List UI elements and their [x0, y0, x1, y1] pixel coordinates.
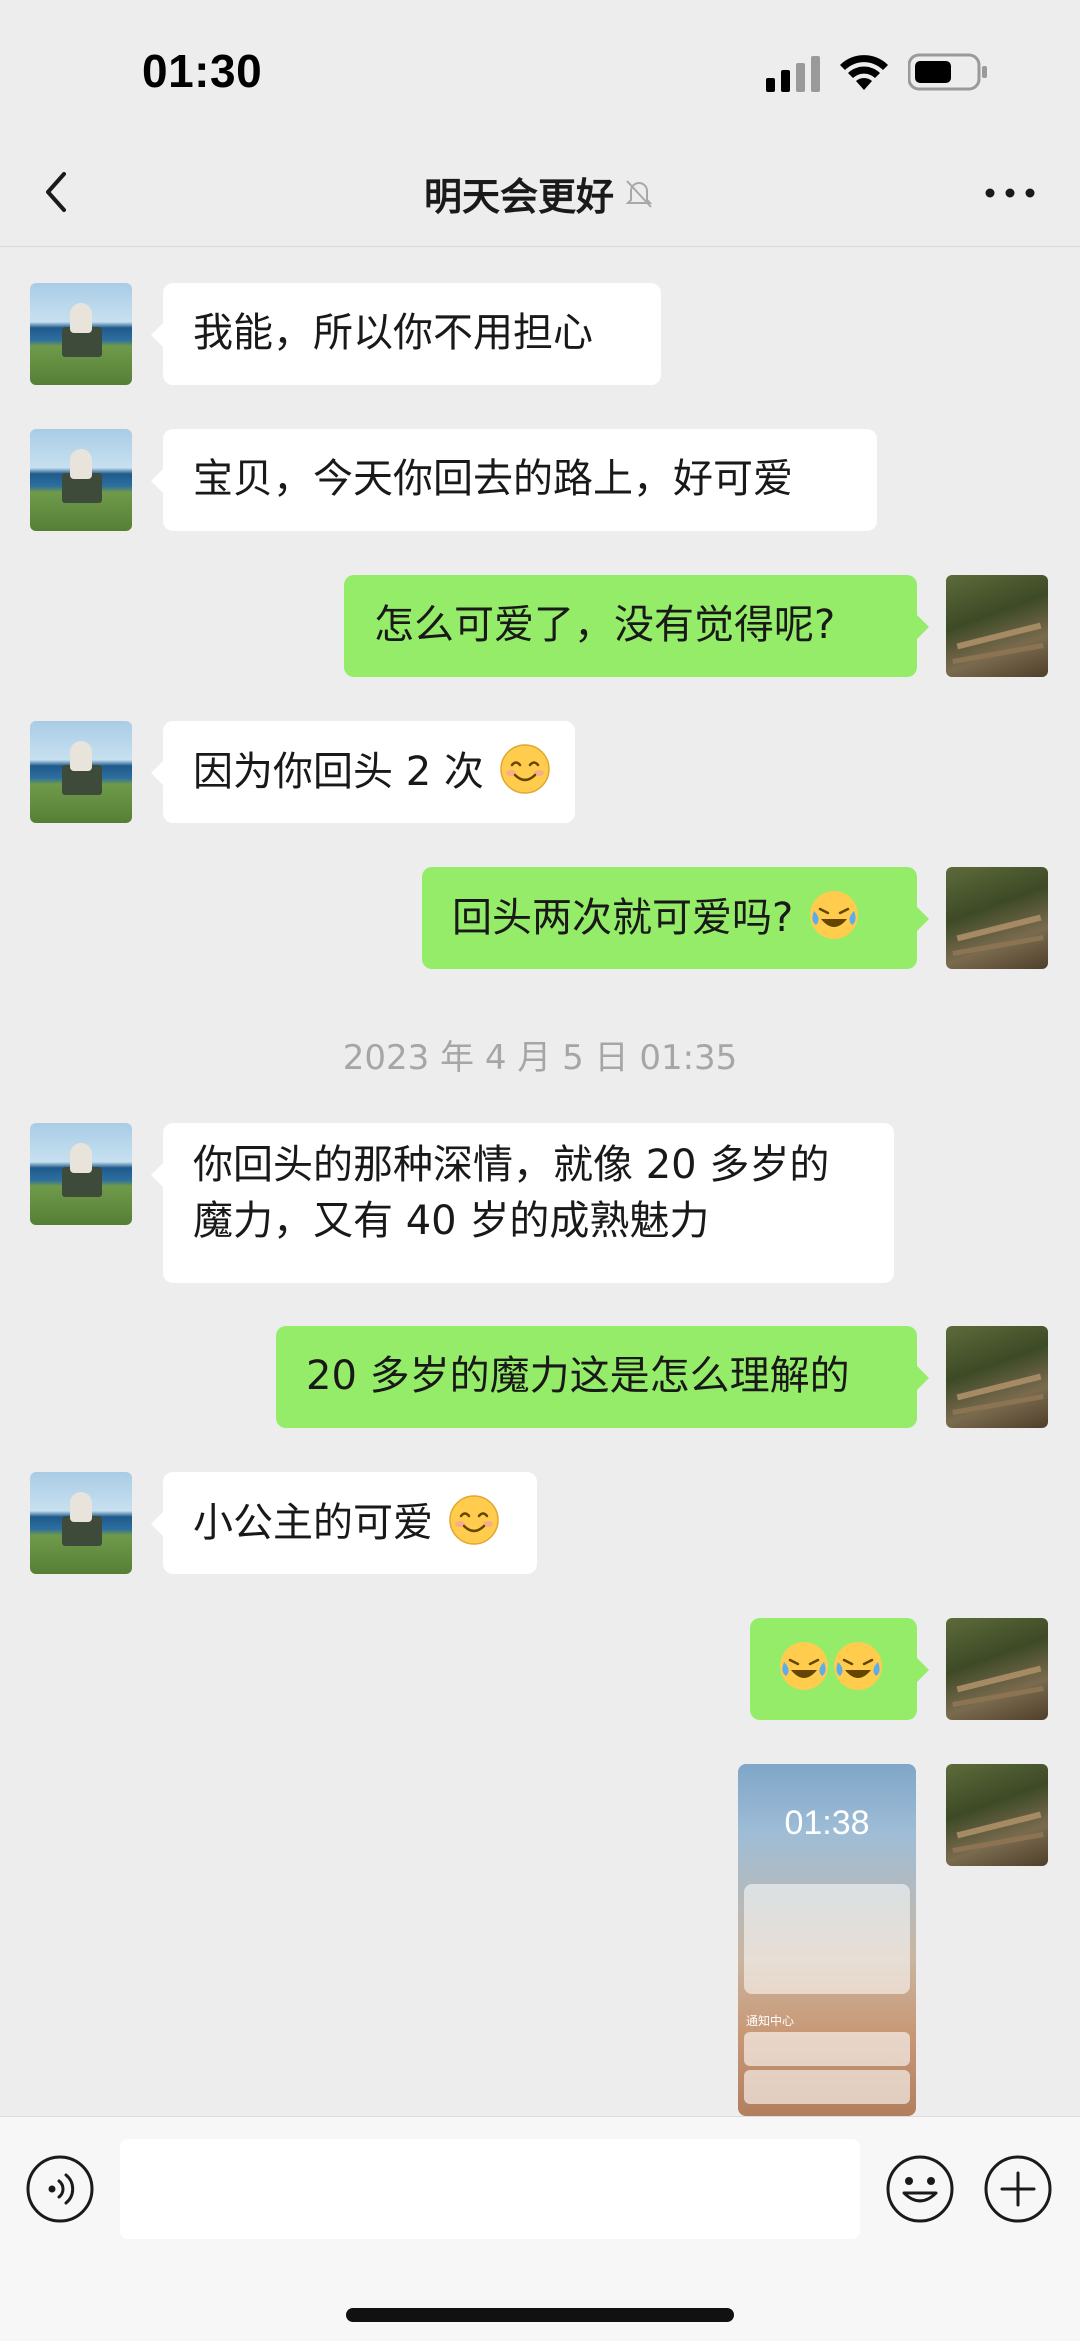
smiling-face-emoji-icon	[499, 744, 550, 794]
smiling-face-emoji-icon	[448, 1495, 499, 1545]
image-lockscreen-time: 01:38	[784, 1804, 870, 1842]
message-text: 我能，所以你不用担心	[193, 310, 593, 356]
message-bubble[interactable]: 20 多岁的魔力这是怎么理解的	[276, 1326, 929, 1428]
emoji-picker-icon[interactable]	[884, 2153, 956, 2225]
my-avatar[interactable]	[946, 867, 1048, 969]
message-text: 小公主的可爱	[193, 1500, 433, 1546]
home-indicator[interactable]	[346, 2308, 734, 2322]
laughing-crying-emoji-icon	[834, 1642, 882, 1690]
image-message[interactable]: 01:38 通知中心	[738, 1764, 916, 2116]
message-bubble[interactable]: 我能，所以你不用担心	[151, 283, 661, 385]
image-notification	[744, 2032, 910, 2066]
laughing-crying-emoji-icon	[780, 1642, 828, 1690]
image-notification	[744, 2070, 910, 2104]
image-notification-label: 通知中心	[746, 2014, 795, 2028]
message-bubble[interactable]: 因为你回头 2 次	[151, 721, 575, 823]
voice-icon[interactable]	[24, 2153, 96, 2225]
message-text: 你回头的那种深情，就像 20 多岁的魔力，又有 40 岁的成熟魅力	[193, 1142, 830, 1244]
more-icon[interactable]	[980, 176, 1040, 210]
message-text: 怎么可爱了，没有觉得呢?	[374, 602, 836, 648]
my-avatar[interactable]	[946, 1618, 1048, 1720]
message-input[interactable]	[120, 2139, 860, 2239]
signal-icon	[766, 56, 820, 92]
laughing-crying-emoji-icon	[809, 891, 858, 939]
status-time: 01:30	[142, 45, 263, 97]
timestamp: 2023 年 4 月 5 日 01:35	[342, 1038, 738, 1078]
wifi-icon	[840, 55, 888, 90]
contact-avatar[interactable]	[30, 1123, 132, 1225]
chat-header: 明天会更好	[0, 140, 1080, 247]
chat-title: 明天会更好	[423, 174, 614, 219]
contact-avatar[interactable]	[30, 283, 132, 385]
message-bubble[interactable]: 回头两次就可爱吗?	[422, 867, 929, 969]
plus-icon[interactable]	[982, 2153, 1054, 2225]
contact-avatar[interactable]	[30, 429, 132, 531]
my-avatar[interactable]	[946, 575, 1048, 677]
my-avatar[interactable]	[946, 1326, 1048, 1428]
message-bubble[interactable]: 你回头的那种深情，就像 20 多岁的魔力，又有 40 岁的成熟魅力	[151, 1123, 894, 1283]
message-text: 宝贝，今天你回去的路上，好可爱	[193, 456, 793, 502]
message-text: 回头两次就可爱吗?	[452, 895, 794, 941]
contact-avatar[interactable]	[30, 1472, 132, 1574]
message-bubble[interactable]: 小公主的可爱	[151, 1472, 537, 1574]
message-bubble[interactable]: 宝贝，今天你回去的路上，好可爱	[151, 429, 877, 531]
chat-screen: 01:30 明天会更好 我能，所以你不用担心 宝贝，今天你回去的路上，好可爱 怎…	[0, 0, 1080, 2341]
bell-muted-icon	[625, 180, 653, 208]
message-bubble[interactable]	[750, 1618, 929, 1720]
chat-title-group: 明天会更好	[0, 140, 1080, 246]
status-bar: 01:30	[0, 0, 1080, 140]
message-text: 因为你回头 2 次	[193, 749, 484, 795]
message-text: 20 多岁的魔力这是怎么理解的	[306, 1353, 850, 1399]
image-music-card	[744, 1884, 910, 1994]
message-bubble[interactable]: 怎么可爱了，没有觉得呢?	[344, 575, 929, 677]
contact-avatar[interactable]	[30, 721, 132, 823]
battery-icon	[908, 53, 987, 91]
my-avatar[interactable]	[946, 1764, 1048, 1866]
